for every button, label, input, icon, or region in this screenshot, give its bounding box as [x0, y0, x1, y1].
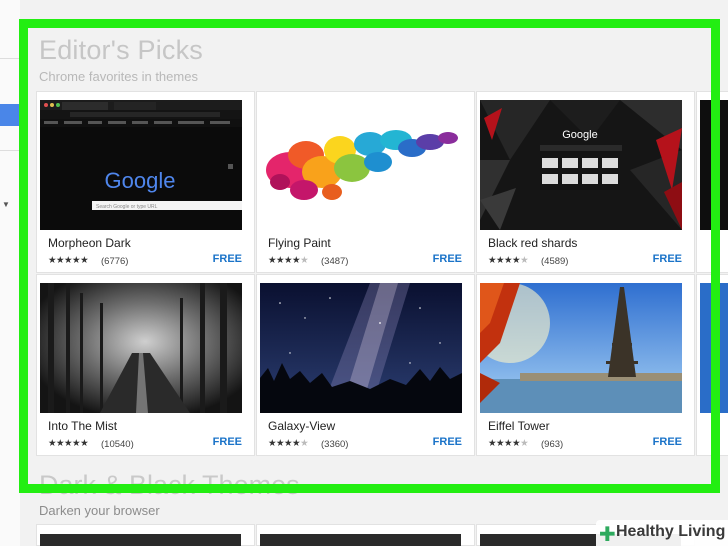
morpheon-search-placeholder: Search Google or type URL	[96, 204, 158, 210]
theme-thumbnail[interactable]	[700, 283, 728, 413]
price-label[interactable]: FREE	[653, 253, 682, 265]
sidebar-edge: ▼	[0, 0, 20, 546]
theme-name[interactable]: Eiffel Tower	[488, 419, 550, 433]
rating-count: (10540)	[101, 439, 134, 450]
rating-stars: ★★★★★	[268, 438, 309, 449]
galaxy-view-preview	[260, 283, 462, 413]
chevron-down-icon[interactable]: ▼	[2, 200, 10, 209]
theme-card-partial[interactable]	[696, 274, 728, 456]
theme-card-row3[interactable]	[36, 524, 255, 546]
theme-grid: Google Search Google or type URL Morpheo…	[36, 91, 728, 457]
flying-paint-preview	[260, 100, 462, 230]
theme-thumbnail[interactable]	[260, 100, 462, 230]
rating-count: (963)	[541, 439, 564, 450]
theme-card-row3[interactable]	[256, 524, 475, 546]
sidebar-divider	[0, 58, 20, 59]
theme-card-into-the-mist[interactable]: Into The Mist ★★★★★ (10540) FREE	[36, 274, 255, 456]
theme-name[interactable]: Galaxy-View	[268, 419, 335, 433]
price-label[interactable]: FREE	[213, 253, 242, 265]
shards-google-logo: Google	[562, 129, 597, 141]
section2-title: Dark & Black Themes	[39, 470, 300, 500]
price-label[interactable]: FREE	[653, 436, 682, 448]
rating-stars: ★★★★★	[488, 438, 529, 449]
theme-card-flying-paint[interactable]: Flying Paint ★★★★★ (3487) FREE	[256, 91, 475, 273]
section-subtitle: Chrome favorites in themes	[39, 69, 198, 84]
theme-card-eiffel-tower[interactable]: Eiffel Tower ★★★★★ (963) FREE	[476, 274, 695, 456]
eiffel-tower-preview	[480, 283, 682, 413]
theme-thumbnail[interactable]	[700, 100, 728, 230]
section2-subtitle: Darken your browser	[39, 503, 160, 518]
theme-thumbnail[interactable]	[480, 283, 682, 413]
theme-thumbnail[interactable]	[40, 534, 241, 546]
theme-thumbnail[interactable]	[260, 534, 461, 546]
theme-thumbnail[interactable]: Google	[480, 100, 682, 230]
store-content: Editor's Picks Chrome favorites in theme…	[20, 0, 728, 546]
watermark: ✚ Healthy Living	[596, 520, 728, 546]
rating-count: (3487)	[321, 256, 349, 267]
rating-count: (6776)	[101, 256, 129, 267]
black-red-shards-preview: Google	[480, 100, 682, 230]
into-the-mist-preview	[40, 283, 242, 413]
rating-stars: ★★★★★	[48, 255, 89, 266]
theme-name[interactable]: Morpheon Dark	[48, 236, 131, 250]
theme-name[interactable]: Black red shards	[488, 236, 577, 250]
theme-card-galaxy-view[interactable]: Galaxy-View ★★★★★ (3360) FREE	[256, 274, 475, 456]
rating-count: (4589)	[541, 256, 569, 267]
rating-stars: ★★★★★	[488, 255, 529, 266]
theme-card-black-red-shards[interactable]: Google Black red shards ★★★★★ (4589) FRE…	[476, 91, 695, 273]
rating-stars: ★★★★★	[268, 255, 309, 266]
price-label[interactable]: FREE	[433, 253, 462, 265]
price-label[interactable]: FREE	[433, 436, 462, 448]
morpheon-dark-preview: Google Search Google or type URL	[40, 100, 242, 230]
theme-card-morpheon-dark[interactable]: Google Search Google or type URL Morpheo…	[36, 91, 255, 273]
watermark-text: Healthy Living	[616, 523, 726, 540]
theme-thumbnail[interactable]	[260, 283, 462, 413]
theme-thumbnail[interactable]: Google Search Google or type URL	[40, 100, 242, 230]
theme-thumbnail[interactable]	[40, 283, 242, 413]
section-title: Editor's Picks	[39, 35, 203, 65]
rating-stars: ★★★★★	[48, 438, 89, 449]
morpheon-google-logo: Google	[105, 168, 176, 193]
sidebar-selected-item[interactable]	[0, 104, 20, 126]
price-label[interactable]: FREE	[213, 436, 242, 448]
theme-name[interactable]: Flying Paint	[268, 236, 331, 250]
plus-icon: ✚	[599, 524, 616, 546]
theme-card-partial[interactable]	[696, 91, 728, 273]
theme-name[interactable]: Into The Mist	[48, 419, 117, 433]
rating-count: (3360)	[321, 439, 349, 450]
sidebar-divider	[0, 150, 20, 151]
